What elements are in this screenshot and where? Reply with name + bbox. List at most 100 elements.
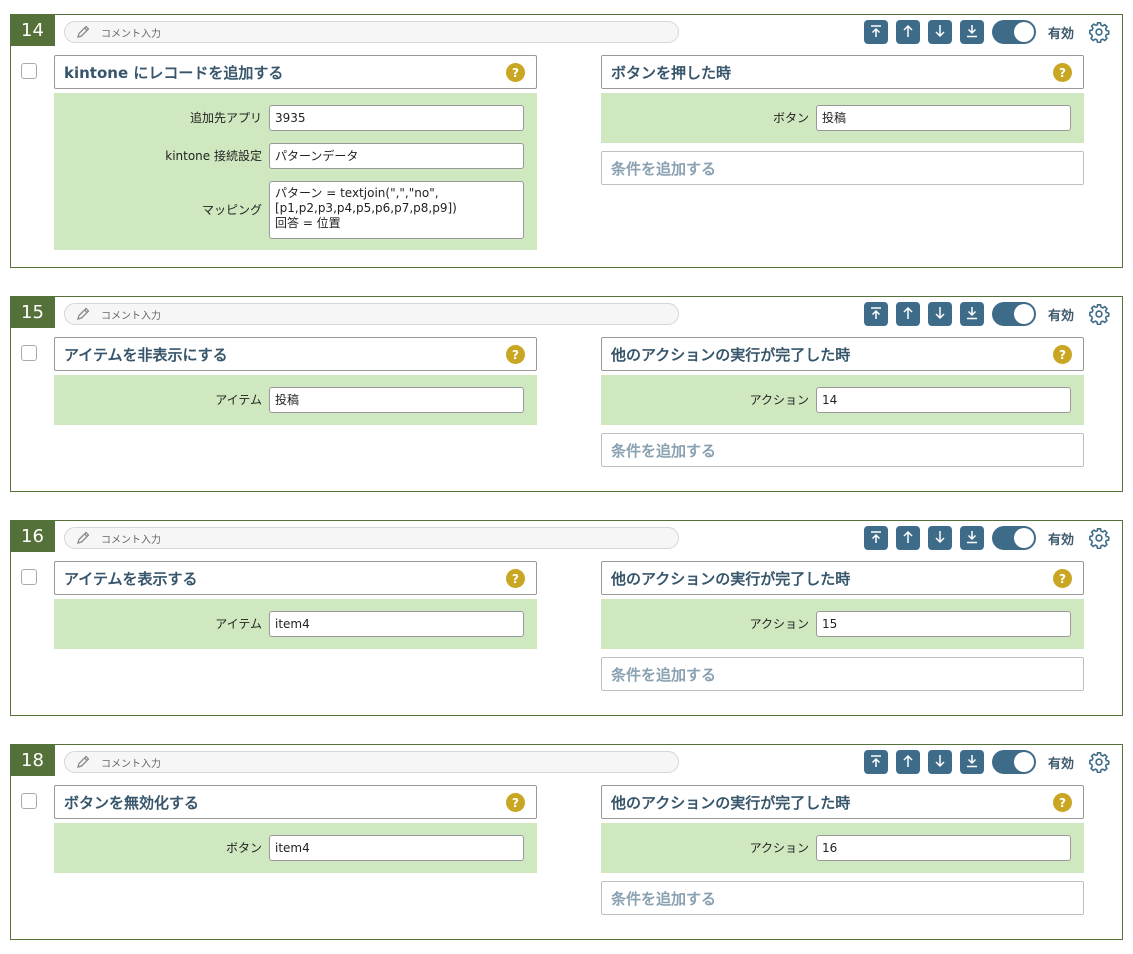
rule-card: 14 コメント入力 有効 kintone にレコードを追加する ? 追加先アプリ…	[10, 14, 1123, 268]
field-row: アクション 14	[601, 387, 1084, 413]
rule-card: 18 コメント入力 有効 ボタンを無効化する ? ボタン item4 他のアクシ…	[10, 744, 1123, 940]
mapping-textarea[interactable]: パターン = textjoin(",","no", [p1,p2,p3,p4,p…	[269, 181, 524, 239]
pencil-icon	[75, 24, 93, 40]
add-condition-button[interactable]: 条件を追加する	[601, 657, 1084, 691]
field-row: ボタン 投稿	[601, 105, 1084, 131]
rule-checkbox[interactable]	[21, 345, 37, 361]
trigger-title: 他のアクションの実行が完了した時	[611, 345, 851, 364]
question-icon[interactable]: ?	[506, 793, 525, 812]
field-label: アクション	[749, 617, 809, 631]
question-icon[interactable]: ?	[1053, 569, 1072, 588]
arrow-down-icon	[933, 529, 947, 548]
action-header[interactable]: ボタンを無効化する ?	[54, 785, 537, 819]
rule-checkbox[interactable]	[21, 63, 37, 79]
field-input[interactable]: 14	[816, 387, 1071, 413]
field-input[interactable]: 15	[816, 611, 1071, 637]
question-icon[interactable]: ?	[506, 569, 525, 588]
field-input[interactable]: 16	[816, 835, 1071, 861]
field-input[interactable]: 投稿	[269, 387, 524, 413]
move-bottom-button[interactable]	[960, 526, 984, 550]
move-up-button[interactable]	[896, 302, 920, 326]
move-up-button[interactable]	[896, 526, 920, 550]
field-input[interactable]: item4	[269, 835, 524, 861]
question-icon[interactable]: ?	[506, 63, 525, 82]
question-icon[interactable]: ?	[1053, 63, 1072, 82]
field-input[interactable]: item4	[269, 611, 524, 637]
gear-icon[interactable]	[1088, 303, 1110, 325]
enabled-label: 有効	[1048, 756, 1075, 772]
rule-checkbox[interactable]	[21, 793, 37, 809]
field-row: 追加先アプリ 3935	[54, 105, 537, 131]
field-input[interactable]: 投稿	[816, 105, 1071, 131]
trigger-header[interactable]: 他のアクションの実行が完了した時 ?	[601, 785, 1084, 819]
question-icon[interactable]: ?	[1053, 345, 1072, 364]
comment-input[interactable]: コメント入力	[64, 751, 679, 773]
comment-placeholder: コメント入力	[101, 310, 161, 322]
trigger-fields: ボタン 投稿	[601, 93, 1084, 143]
action-header[interactable]: アイテムを表示する ?	[54, 561, 537, 595]
field-row: アイテム 投稿	[54, 387, 537, 413]
move-down-button[interactable]	[928, 20, 952, 44]
arrow-to-bottom-icon	[965, 305, 979, 324]
gear-icon[interactable]	[1088, 21, 1110, 43]
move-down-button[interactable]	[928, 750, 952, 774]
move-top-button[interactable]	[864, 302, 888, 326]
arrow-to-top-icon	[869, 23, 883, 42]
field-row: アイテム item4	[54, 611, 537, 637]
action-header[interactable]: アイテムを非表示にする ?	[54, 337, 537, 371]
arrow-to-bottom-icon	[965, 753, 979, 772]
arrow-to-top-icon	[869, 753, 883, 772]
rule-toolbar: 有効	[864, 302, 1110, 326]
toggle-knob	[1014, 304, 1034, 324]
toggle-knob	[1014, 752, 1034, 772]
rule-card: 16 コメント入力 有効 アイテムを表示する ? アイテム item4 他のアク…	[10, 520, 1123, 716]
field-label: ボタン	[225, 841, 262, 855]
gear-icon[interactable]	[1088, 751, 1110, 773]
enabled-toggle[interactable]	[992, 750, 1036, 774]
move-bottom-button[interactable]	[960, 750, 984, 774]
question-icon[interactable]: ?	[506, 345, 525, 364]
enabled-toggle[interactable]	[992, 20, 1036, 44]
move-down-button[interactable]	[928, 302, 952, 326]
arrow-to-bottom-icon	[965, 529, 979, 548]
field-input[interactable]: パターンデータ	[269, 143, 524, 169]
trigger-header[interactable]: 他のアクションの実行が完了した時 ?	[601, 337, 1084, 371]
comment-input[interactable]: コメント入力	[64, 21, 679, 43]
enabled-toggle[interactable]	[992, 526, 1036, 550]
trigger-fields: アクション 15	[601, 599, 1084, 649]
move-up-button[interactable]	[896, 750, 920, 774]
comment-placeholder: コメント入力	[101, 758, 161, 770]
move-up-button[interactable]	[896, 20, 920, 44]
trigger-header[interactable]: 他のアクションの実行が完了した時 ?	[601, 561, 1084, 595]
comment-input[interactable]: コメント入力	[64, 527, 679, 549]
rule-number: 18	[10, 744, 55, 776]
field-input[interactable]: 3935	[269, 105, 524, 131]
toggle-knob	[1014, 528, 1034, 548]
rule-checkbox[interactable]	[21, 569, 37, 585]
field-label: アクション	[749, 393, 809, 407]
question-icon[interactable]: ?	[1053, 793, 1072, 812]
add-condition-button[interactable]: 条件を追加する	[601, 151, 1084, 185]
gear-icon[interactable]	[1088, 527, 1110, 549]
enabled-toggle[interactable]	[992, 302, 1036, 326]
trigger-header[interactable]: ボタンを押した時 ?	[601, 55, 1084, 89]
move-top-button[interactable]	[864, 20, 888, 44]
move-top-button[interactable]	[864, 750, 888, 774]
field-row: アクション 16	[601, 835, 1084, 861]
comment-input[interactable]: コメント入力	[64, 303, 679, 325]
rule-toolbar: 有効	[864, 526, 1110, 550]
add-condition-button[interactable]: 条件を追加する	[601, 433, 1084, 467]
move-top-button[interactable]	[864, 526, 888, 550]
mapping-line: パターン = textjoin(",","no",	[275, 186, 439, 200]
field-label: ボタン	[772, 111, 809, 125]
toggle-knob	[1014, 22, 1034, 42]
arrow-down-icon	[933, 23, 947, 42]
action-header[interactable]: kintone にレコードを追加する ?	[54, 55, 537, 89]
add-condition-button[interactable]: 条件を追加する	[601, 881, 1084, 915]
move-down-button[interactable]	[928, 526, 952, 550]
move-bottom-button[interactable]	[960, 20, 984, 44]
enabled-label: 有効	[1048, 308, 1075, 324]
trigger-title: 他のアクションの実行が完了した時	[611, 793, 851, 812]
rule-toolbar: 有効	[864, 20, 1110, 44]
move-bottom-button[interactable]	[960, 302, 984, 326]
